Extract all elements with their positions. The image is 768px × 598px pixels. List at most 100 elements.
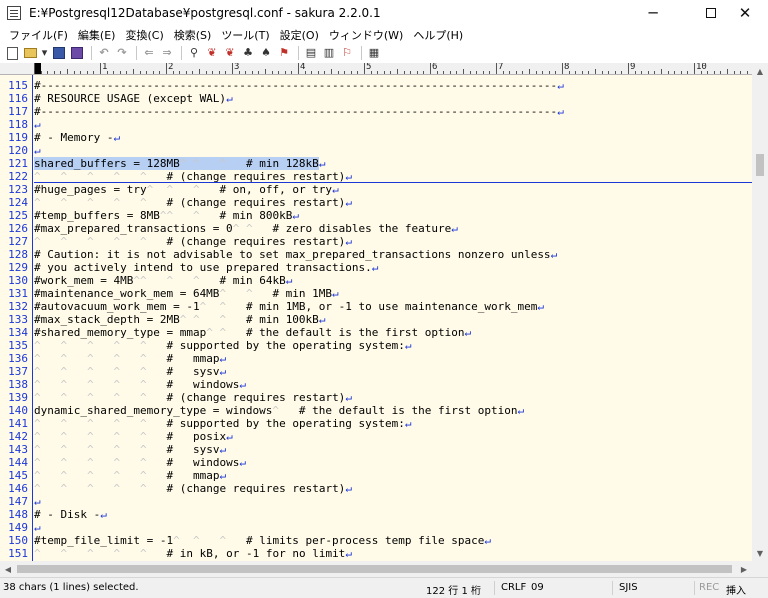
sakura-app-icon[interactable]	[7, 6, 21, 20]
line-number[interactable]: 115	[0, 79, 28, 92]
code-line[interactable]: ↵	[34, 144, 41, 157]
line-number[interactable]: 117	[0, 105, 28, 118]
open-file-button[interactable]	[22, 45, 38, 61]
line-number[interactable]: 121	[0, 157, 28, 170]
code-line[interactable]: ^ ^ ^ ^ ^ # mmap↵	[34, 469, 226, 482]
code-line[interactable]: #shared_memory_type = mmap^ ^ # the defa…	[34, 326, 471, 339]
code-line[interactable]: #temp_buffers = 8MB^^ ^ # min 800kB↵	[34, 209, 299, 222]
line-number[interactable]: 129	[0, 261, 28, 274]
selected-code-line[interactable]: shared_buffers = 128MB^ ^ ^ # min 128kB↵	[34, 157, 325, 170]
line-number[interactable]: 133	[0, 313, 28, 326]
scroll-down-button[interactable]: ▼	[752, 545, 768, 561]
line-number[interactable]: 137	[0, 365, 28, 378]
horizontal-scroll-thumb[interactable]	[17, 565, 732, 573]
open-dropdown-button[interactable]: ▾	[40, 45, 49, 61]
encoding[interactable]: SJIS	[619, 582, 638, 593]
code-line[interactable]: ^ ^ ^ ^ ^ # mmap↵	[34, 352, 226, 365]
code-line[interactable]: ^ ^ ^ ^ ^ # (change requires restart)↵	[34, 235, 352, 248]
code-line[interactable]: ↵	[34, 495, 41, 508]
line-number[interactable]: 147	[0, 495, 28, 508]
line-number[interactable]: 134	[0, 326, 28, 339]
line-number[interactable]: 151	[0, 547, 28, 560]
line-number[interactable]: 144	[0, 456, 28, 469]
menu-file[interactable]: ファイル(F)	[4, 27, 73, 43]
line-number[interactable]: 116	[0, 92, 28, 105]
menu-search[interactable]: 検索(S)	[169, 27, 217, 43]
code-line[interactable]: ↵	[34, 521, 41, 534]
eol-type[interactable]: CRLF	[501, 582, 526, 593]
menu-edit[interactable]: 編集(E)	[73, 27, 121, 43]
code-line[interactable]: #max_stack_depth = 2MB^ ^ ^ # min 100kB↵	[34, 313, 325, 326]
line-number[interactable]: 148	[0, 508, 28, 521]
tag-jump-button[interactable]: ⚑	[276, 45, 292, 61]
line-number[interactable]: 132	[0, 300, 28, 313]
vertical-scroll-thumb[interactable]	[756, 154, 764, 176]
save-button[interactable]	[51, 45, 67, 61]
code-line[interactable]: ^ ^ ^ ^ ^ # (change requires restart)↵	[34, 196, 352, 209]
minimize-button[interactable]: ─	[630, 0, 676, 26]
line-number[interactable]: 150	[0, 534, 28, 547]
line-number[interactable]: 145	[0, 469, 28, 482]
line-number[interactable]: 139	[0, 391, 28, 404]
insert-mode[interactable]: 挿入	[726, 582, 746, 597]
line-number[interactable]: 122	[0, 170, 28, 183]
find-button[interactable]: ⚲	[186, 45, 202, 61]
menu-window[interactable]: ウィンドウ(W)	[324, 27, 408, 43]
horizontal-scrollbar[interactable]: ◀ ▶	[0, 561, 752, 577]
outline-button[interactable]: ▤	[303, 45, 319, 61]
vertical-scrollbar[interactable]: ▲ ▼	[752, 63, 768, 561]
code-line[interactable]: ^ ^ ^ ^ ^ # supported by the operating s…	[34, 339, 412, 352]
code-line[interactable]: #---------------------------------------…	[34, 79, 564, 92]
settings-button[interactable]: ▦	[366, 45, 382, 61]
code-line[interactable]: dynamic_shared_memory_type = windows^ # …	[34, 404, 524, 417]
code-line[interactable]: # RESOURCE USAGE (except WAL)↵	[34, 92, 233, 105]
menu-convert[interactable]: 変換(C)	[120, 27, 168, 43]
line-number[interactable]: 141	[0, 417, 28, 430]
code-line[interactable]: ^ ^ ^ ^ ^ # supported by the operating s…	[34, 417, 412, 430]
jump-forward-button[interactable]: ⇒	[159, 45, 175, 61]
code-line[interactable]: ^ ^ ^ ^ ^ # (change requires restart)↵	[34, 482, 352, 495]
grep-button[interactable]: ♠	[258, 45, 274, 61]
code-line[interactable]: ^ ^ ^ ^ ^ # sysv↵	[34, 365, 226, 378]
new-file-button[interactable]	[4, 45, 20, 61]
code-line[interactable]: #---------------------------------------…	[34, 105, 564, 118]
find-prev-button[interactable]: ❦	[222, 45, 238, 61]
menu-tools[interactable]: ツール(T)	[216, 27, 274, 43]
code-line[interactable]: #autovacuum_work_mem = -1^ ^ # min 1MB, …	[34, 300, 544, 313]
line-number[interactable]: 140	[0, 404, 28, 417]
code-line[interactable]: ^ ^ ^ ^ ^ # windows↵	[34, 378, 246, 391]
code-line[interactable]: #huge_pages = try^ ^ ^ # on, off, or try…	[34, 183, 339, 196]
line-number[interactable]: 146	[0, 482, 28, 495]
code-line[interactable]: # you actively intend to use prepared tr…	[34, 261, 378, 274]
code-line[interactable]: #work_mem = 4MB^^ ^ ^ # min 64kB↵	[34, 274, 292, 287]
jump-back-button[interactable]: ⇐	[141, 45, 157, 61]
line-number[interactable]: 138	[0, 378, 28, 391]
line-number[interactable]: 119	[0, 131, 28, 144]
redo-button[interactable]: ↷	[114, 45, 130, 61]
line-number[interactable]: 128	[0, 248, 28, 261]
code-line[interactable]: ^ ^ ^ ^ ^ # (change requires restart)↵	[34, 391, 352, 404]
line-number[interactable]: 130	[0, 274, 28, 287]
bookmark-button[interactable]: ⚐	[339, 45, 355, 61]
code-line[interactable]: #temp_file_limit = -1^ ^ ^ # limits per-…	[34, 534, 491, 547]
replace-button[interactable]: ♣	[240, 45, 256, 61]
code-line[interactable]: #maintenance_work_mem = 64MB^ ^ # min 1M…	[34, 287, 339, 300]
close-button[interactable]: ✕	[722, 0, 768, 26]
code-line[interactable]: # Caution: it is not advisable to set ma…	[34, 248, 557, 261]
menu-help[interactable]: ヘルプ(H)	[408, 27, 468, 43]
line-number[interactable]: 149	[0, 521, 28, 534]
scroll-right-button[interactable]: ▶	[736, 561, 752, 577]
code-line[interactable]: ^ ^ ^ ^ ^ # windows↵	[34, 456, 246, 469]
line-number[interactable]: 118	[0, 118, 28, 131]
save-all-button[interactable]	[69, 45, 85, 61]
code-line[interactable]: ^ ^ ^ ^ ^ # posix↵	[34, 430, 233, 443]
code-line[interactable]: # - Memory -↵	[34, 131, 120, 144]
code-line[interactable]: #max_prepared_transactions = 0^ ^ # zero…	[34, 222, 458, 235]
line-number[interactable]: 120	[0, 144, 28, 157]
line-number[interactable]: 125	[0, 209, 28, 222]
line-number[interactable]: 124	[0, 196, 28, 209]
line-number[interactable]: 142	[0, 430, 28, 443]
line-number[interactable]: 136	[0, 352, 28, 365]
line-number[interactable]: 143	[0, 443, 28, 456]
undo-button[interactable]: ↶	[96, 45, 112, 61]
